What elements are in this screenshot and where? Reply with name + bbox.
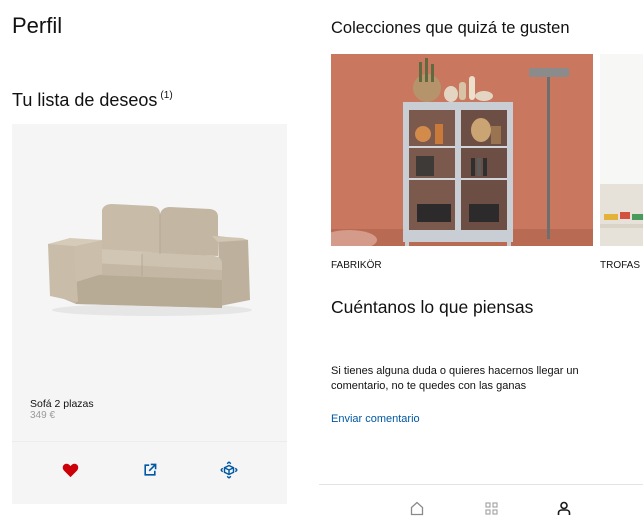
sofa-image — [48, 204, 252, 316]
product-price: 349 € — [30, 410, 56, 421]
heart-icon[interactable] — [58, 458, 82, 482]
wishlist-title: Tu lista de deseos (1) — [12, 90, 173, 111]
profile-icon[interactable] — [555, 499, 573, 517]
collection-card-fabrikor[interactable] — [331, 54, 593, 246]
wishlist-title-text: Tu lista de deseos — [12, 90, 158, 110]
grid-icon[interactable] — [482, 499, 500, 517]
product-name: Sofá 2 plazas — [30, 398, 94, 410]
bottom-navigation — [319, 484, 643, 517]
collections-title: Colecciones que quizá te gusten — [331, 19, 570, 37]
share-icon[interactable] — [138, 458, 162, 482]
feedback-description: Si tienes alguna duda o quieres hacernos… — [331, 365, 579, 392]
view-3d-icon[interactable] — [217, 458, 241, 482]
fabrikor-cabinet-image — [331, 54, 593, 246]
home-icon[interactable] — [408, 499, 426, 517]
feedback-title: Cuéntanos lo que piensas — [331, 297, 534, 317]
page-title: Perfil — [12, 13, 63, 38]
wishlist-count: (1) — [160, 90, 173, 101]
send-feedback-link[interactable]: Enviar comentario — [331, 413, 420, 425]
product-action-bar — [12, 441, 287, 504]
collection-card-trofas[interactable] — [600, 54, 643, 246]
wishlist-product-card[interactable] — [12, 124, 287, 441]
collection-label[interactable]: FABRIKÖR — [331, 260, 382, 271]
trofas-room-image — [600, 54, 643, 246]
collection-label[interactable]: TROFAS — [600, 260, 640, 271]
